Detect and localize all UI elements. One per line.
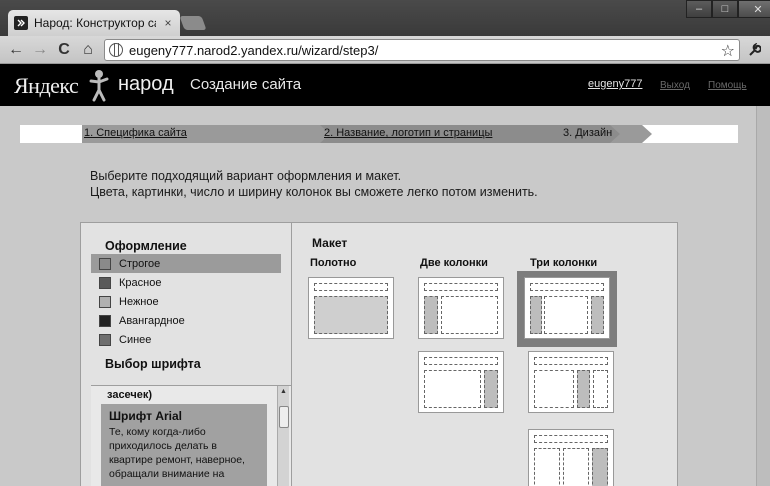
scroll-up-icon[interactable]: ▲	[278, 386, 289, 398]
window-controls: – □ ✕	[686, 0, 770, 18]
layout-thumb-canvas[interactable]	[308, 277, 394, 339]
browser-tab[interactable]: Народ: Конструктор сайто ×	[8, 10, 180, 36]
address-bar[interactable]: eugeny777.narod2.yandex.ru/wizard/step3/…	[104, 39, 740, 61]
swatch-icon	[99, 314, 111, 327]
narod-favicon-icon	[14, 16, 28, 30]
style-label: Синее	[119, 333, 152, 346]
column-head-two: Две колонки	[420, 257, 488, 269]
step-3-current: 3. Дизайн	[563, 127, 613, 139]
home-icon[interactable]: ⌂	[78, 40, 98, 60]
wizard-steps: 1. Специфика сайта 2. Название, логотип …	[20, 125, 738, 143]
column-head-three: Три колонки	[530, 257, 598, 269]
tab-title: Народ: Конструктор сайто	[34, 16, 156, 30]
close-window-button[interactable]: ✕	[738, 0, 770, 18]
column-head-canvas: Полотно	[310, 257, 357, 269]
new-tab-button[interactable]	[179, 16, 207, 30]
url-text: eugeny777.narod2.yandex.ru/wizard/step3/	[129, 42, 379, 58]
main-content: 1. Специфика сайта 2. Название, логотип …	[0, 106, 770, 486]
style-item-gentle[interactable]: Нежное	[91, 292, 281, 311]
font-option-arial[interactable]: Шрифт Arial Те, кому когда-либо приходил…	[101, 404, 267, 486]
forward-arrow-icon[interactable]: →	[30, 40, 50, 60]
layout-thumb-two-left[interactable]	[418, 277, 504, 339]
intro-text: Выберите подходящий вариант оформления и…	[90, 168, 538, 200]
design-title: Оформление	[105, 239, 187, 253]
user-link[interactable]: eugeny777	[588, 78, 642, 90]
style-label: Строгое	[119, 257, 161, 270]
scroll-thumb[interactable]	[279, 406, 289, 428]
design-panel: Оформление Строгое Красное Нежное Аванга…	[80, 222, 678, 486]
globe-icon	[109, 43, 123, 57]
intro-line-2: Цвета, картинки, число и ширину колонок …	[90, 185, 538, 199]
bookmark-star-icon[interactable]: ☆	[721, 41, 735, 61]
layout-thumb-three-a[interactable]	[524, 277, 610, 339]
exit-link[interactable]: Выход	[660, 80, 690, 91]
yandex-logo[interactable]: Яндекс	[14, 73, 79, 99]
narod-figure-icon	[89, 70, 109, 102]
maximize-button[interactable]: □	[712, 0, 738, 18]
page-title: Создание сайта	[190, 76, 302, 93]
intro-line-1: Выберите подходящий вариант оформления и…	[90, 169, 402, 183]
back-arrow-icon[interactable]: ←	[6, 40, 26, 60]
font-title: Выбор шрифта	[105, 357, 201, 371]
browser-toolbar: ← → C ⌂ eugeny777.narod2.yandex.ru/wizar…	[0, 36, 770, 64]
style-label: Нежное	[119, 295, 159, 308]
style-label: Авангардное	[119, 314, 185, 327]
tab-close-icon[interactable]: ×	[162, 16, 174, 30]
style-item-red[interactable]: Красное	[91, 273, 281, 292]
font-option-title: Шрифт Arial	[109, 409, 182, 423]
style-label: Красное	[119, 276, 162, 289]
swatch-icon	[99, 257, 111, 270]
font-scrollbar[interactable]: ▲	[277, 386, 289, 486]
minimize-button[interactable]: –	[686, 0, 712, 18]
style-column: Оформление Строгое Красное Нежное Аванга…	[81, 223, 291, 486]
style-item-strict[interactable]: Строгое	[91, 254, 281, 273]
layout-title: Макет	[312, 236, 348, 250]
step-1-link[interactable]: 1. Специфика сайта	[84, 127, 187, 139]
swatch-icon	[99, 276, 111, 289]
layout-thumb-three-b[interactable]	[528, 351, 614, 413]
style-item-avantgarde[interactable]: Авангардное	[91, 311, 281, 330]
page-scrollbar[interactable]	[756, 106, 770, 486]
wrench-icon[interactable]	[744, 40, 764, 60]
step-2-link[interactable]: 2. Название, логотип и страницы	[324, 127, 492, 139]
layout-thumb-three-c[interactable]	[528, 429, 614, 486]
reload-icon[interactable]: C	[54, 40, 74, 60]
site-header: Яндекс народ Создание сайта eugeny777 Вы…	[0, 64, 770, 106]
browser-titlebar: Народ: Конструктор сайто × – □ ✕	[0, 0, 770, 36]
font-option-sample: Те, кому когда-либо приходилось делать в…	[109, 426, 245, 480]
layout-thumb-two-right[interactable]	[418, 351, 504, 413]
help-link[interactable]: Помощь	[708, 80, 747, 91]
font-list: засечек) Шрифт Arial Те, кому когда-либо…	[91, 385, 291, 486]
swatch-icon	[99, 333, 111, 346]
font-option-tail: засечек)	[107, 389, 153, 401]
swatch-icon	[99, 295, 111, 308]
narod-logo[interactable]: народ	[118, 73, 174, 96]
style-item-blue[interactable]: Синее	[91, 330, 281, 349]
layout-column: Макет Полотно Две колонки Три колонки	[292, 223, 678, 486]
style-list: Строгое Красное Нежное Авангардное Синее	[91, 254, 281, 349]
